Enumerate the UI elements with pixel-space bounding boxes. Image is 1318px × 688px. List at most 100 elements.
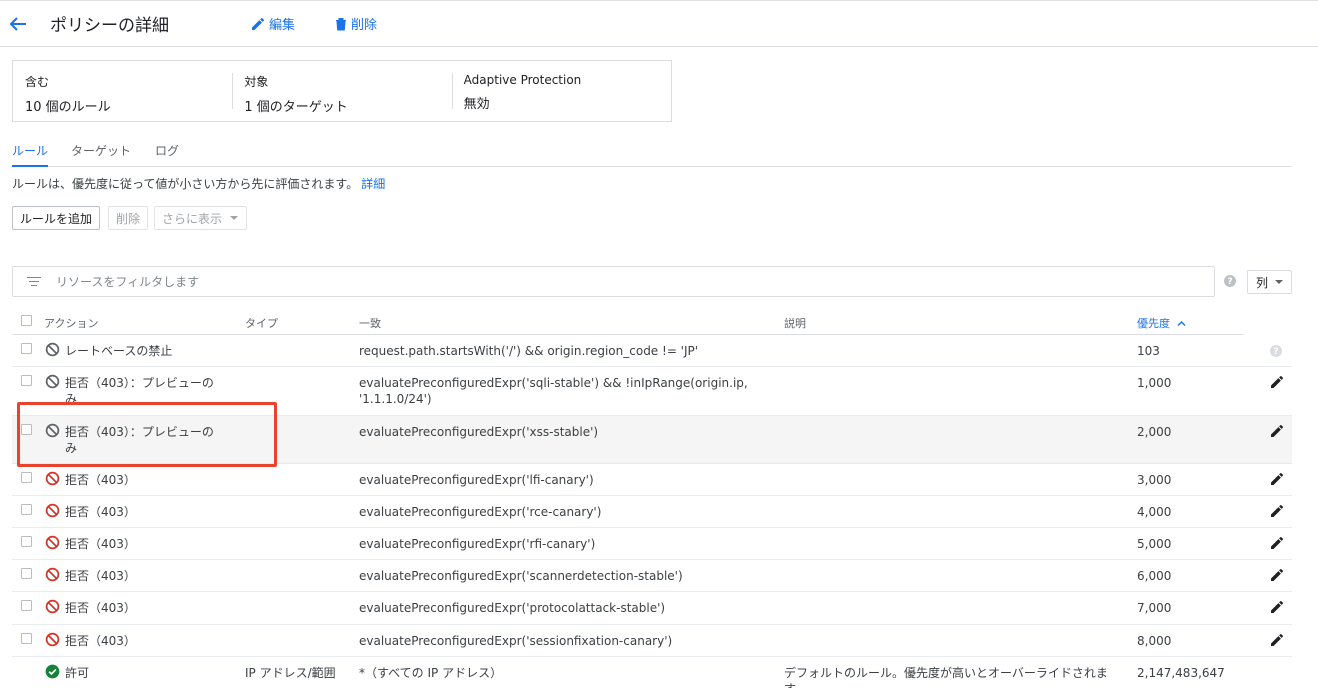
- summary-targets: 対象 1 個のターゲット: [232, 61, 451, 121]
- rule-action: 拒否（403）: [65, 634, 136, 648]
- pencil-icon: [252, 17, 265, 30]
- rule-priority: 5,000: [1137, 537, 1172, 551]
- filter-input[interactable]: [56, 274, 1156, 289]
- rule-match: evaluatePreconfiguredExpr('protocolattac…: [359, 601, 666, 615]
- caret-down-icon: [1275, 280, 1284, 284]
- highlight-callout: [17, 402, 277, 467]
- header-type[interactable]: タイプ: [245, 315, 278, 331]
- row-checkbox[interactable]: [21, 343, 32, 354]
- rule-priority: 4,000: [1137, 505, 1172, 519]
- filter-icon: [27, 276, 41, 287]
- block-red-icon: [45, 535, 60, 550]
- filter-bar: [12, 266, 1215, 297]
- summary-label: 含む: [25, 75, 50, 89]
- edit-button[interactable]: 編集: [251, 14, 295, 33]
- rule-priority: 7,000: [1137, 601, 1172, 615]
- summary-label: Adaptive Protection: [463, 73, 582, 87]
- columns-button[interactable]: 列: [1247, 270, 1292, 294]
- edit-icon[interactable]: [1270, 536, 1284, 550]
- header-match[interactable]: 一致: [359, 315, 381, 331]
- rule-action: 拒否（403）: [65, 601, 136, 615]
- header-priority[interactable]: 優先度: [1137, 315, 1186, 331]
- rule-description: デフォルトのルール。優先度が高いとオーバーライドされます。: [784, 666, 1108, 688]
- tab-rules[interactable]: ルール: [12, 142, 49, 167]
- rule-type: IP アドレス/範囲: [245, 666, 336, 680]
- tab-bar: ルール ターゲット ログ: [12, 140, 1292, 167]
- policy-summary: 含む 10 個のルール 対象 1 個のターゲット Adaptive Protec…: [12, 60, 672, 122]
- block-red-icon: [45, 632, 60, 647]
- summary-value: 1 個のターゲット: [244, 100, 348, 115]
- priority-label: 優先度: [1137, 317, 1170, 330]
- table-row: 拒否（403） evaluatePreconfiguredExpr('lfi-c…: [12, 464, 1292, 496]
- rules-hint: ルールは、優先度に従って値が小さい方から先に評価されます。 詳細: [12, 175, 385, 192]
- rule-action: レートベースの禁止: [65, 344, 173, 358]
- rule-action: 拒否（403）: [65, 569, 136, 583]
- tab-logs[interactable]: ログ: [155, 142, 179, 167]
- delete-label: 削除: [351, 18, 378, 33]
- summary-rules: 含む 10 個のルール: [13, 61, 232, 121]
- table-row: 拒否（403） evaluatePreconfiguredExpr('scann…: [12, 560, 1292, 592]
- rule-match: evaluatePreconfiguredExpr('rfi-canary'): [359, 537, 596, 551]
- rule-priority: 6,000: [1137, 569, 1172, 583]
- rule-priority: 8,000: [1137, 634, 1172, 648]
- edit-icon[interactable]: [1270, 424, 1284, 438]
- hint-text: ルールは、優先度に従って値が小さい方から先に評価されます。: [12, 177, 359, 191]
- add-rule-button[interactable]: ルールを追加: [12, 206, 101, 230]
- more-menu-button[interactable]: さらに表示: [154, 206, 247, 230]
- row-checkbox[interactable]: [21, 504, 32, 515]
- rule-match: evaluatePreconfiguredExpr('scannerdetect…: [359, 569, 683, 583]
- table-row: 拒否（403） evaluatePreconfiguredExpr('proto…: [12, 592, 1292, 625]
- edit-icon[interactable]: [1270, 568, 1284, 582]
- rule-match: evaluatePreconfiguredExpr('lfi-canary'): [359, 473, 594, 487]
- edit-icon[interactable]: [1270, 375, 1284, 389]
- block-gray-icon: [45, 342, 60, 357]
- rule-priority: 2,147,483,647: [1137, 666, 1225, 680]
- edit-icon[interactable]: [1270, 472, 1284, 486]
- summary-adaptive-protection: Adaptive Protection 無効: [451, 61, 671, 121]
- svg-text:?: ?: [1273, 347, 1278, 357]
- sort-asc-icon: [1177, 321, 1185, 326]
- row-checkbox[interactable]: [21, 568, 32, 579]
- delete-rule-button[interactable]: 削除: [108, 206, 149, 230]
- table-row: レートベースの禁止 request.path.startsWith('/') &…: [12, 335, 1292, 367]
- rule-action: 拒否（403）: [65, 505, 136, 519]
- tab-targets[interactable]: ターゲット: [71, 142, 131, 167]
- header-description[interactable]: 説明: [784, 315, 806, 331]
- page-title: ポリシーの詳細: [50, 16, 169, 36]
- row-checkbox[interactable]: [21, 536, 32, 547]
- header-action[interactable]: アクション: [44, 315, 98, 331]
- block-red-icon: [45, 471, 60, 486]
- svg-text:?: ?: [1227, 277, 1232, 287]
- block-gray-icon: [45, 374, 60, 389]
- table-header: アクション タイプ 一致 説明 優先度: [12, 310, 1292, 335]
- row-checkbox[interactable]: [21, 472, 32, 483]
- table-row: 拒否（403） evaluatePreconfiguredExpr('sessi…: [12, 625, 1292, 657]
- learn-more-link[interactable]: 詳細: [361, 177, 385, 191]
- select-all-checkbox[interactable]: [21, 315, 32, 326]
- rule-priority: 3,000: [1137, 473, 1172, 487]
- rule-action: 拒否（403）: [65, 473, 136, 487]
- table-row: 許可 IP アドレス/範囲 *（すべての IP アドレス） デフォルトのルール。…: [12, 657, 1292, 688]
- edit-icon[interactable]: [1270, 504, 1284, 518]
- trash-icon: [336, 17, 346, 30]
- check-circle-icon: [45, 664, 60, 679]
- rule-action: 拒否（403）: [65, 537, 136, 551]
- help-icon[interactable]: ?: [1224, 275, 1236, 290]
- delete-button[interactable]: 削除: [335, 14, 377, 33]
- caret-down-icon: [230, 216, 239, 220]
- edit-icon[interactable]: [1270, 600, 1284, 614]
- rule-priority: 2,000: [1137, 425, 1172, 439]
- block-red-icon: [45, 503, 60, 518]
- back-arrow-icon[interactable]: [8, 13, 28, 35]
- summary-label: 対象: [244, 75, 269, 89]
- row-checkbox[interactable]: [21, 600, 32, 611]
- summary-value: 10 個のルール: [25, 100, 111, 115]
- help-icon[interactable]: ?: [1270, 345, 1282, 357]
- row-checkbox[interactable]: [21, 633, 32, 644]
- edit-icon[interactable]: [1270, 633, 1284, 647]
- rule-action: 許可: [65, 666, 90, 680]
- row-checkbox[interactable]: [21, 375, 32, 386]
- block-red-icon: [45, 567, 60, 582]
- rule-match: *（すべての IP アドレス）: [359, 666, 503, 680]
- rule-match: evaluatePreconfiguredExpr('rce-canary'): [359, 505, 602, 519]
